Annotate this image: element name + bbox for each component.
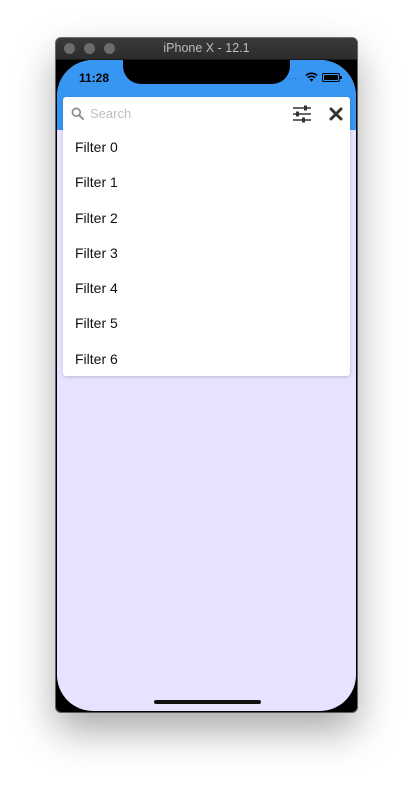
close-button[interactable] [327, 105, 345, 123]
filter-item-1[interactable]: Filter 1 [63, 165, 350, 200]
window-titlebar: iPhone X - 12.1 [56, 38, 357, 60]
status-indicators: .... [288, 71, 342, 83]
simulator-window: iPhone X - 12.1 11:28 .... Search Filter… [56, 38, 357, 712]
filter-item-0[interactable]: Filter 0 [63, 130, 350, 165]
filter-item-6[interactable]: Filter 6 [63, 342, 350, 377]
device-screen: 11:28 .... Search Filter 0 Filter 1 Filt… [57, 60, 356, 711]
signal-indicator: .... [288, 72, 301, 81]
search-card: Filter 0 Filter 1 Filter 2 Filter 3 Filt… [63, 97, 350, 376]
filter-button[interactable] [291, 104, 313, 124]
filter-item-3[interactable]: Filter 3 [63, 236, 350, 271]
wifi-icon [305, 72, 318, 82]
search-icon [71, 107, 84, 120]
status-time: 11:28 [79, 71, 110, 85]
filter-item-5[interactable]: Filter 5 [63, 306, 350, 341]
close-icon [329, 107, 343, 121]
filter-item-2[interactable]: Filter 2 [63, 201, 350, 236]
filter-list: Filter 0 Filter 1 Filter 2 Filter 3 Filt… [63, 130, 350, 377]
device-notch [123, 60, 290, 84]
filter-item-4[interactable]: Filter 4 [63, 271, 350, 306]
search-input[interactable] [90, 104, 280, 123]
battery-icon [322, 72, 342, 82]
window-title: iPhone X - 12.1 [163, 41, 250, 55]
sliders-icon [293, 105, 311, 123]
home-indicator[interactable] [154, 700, 261, 704]
search-bar [63, 97, 350, 130]
